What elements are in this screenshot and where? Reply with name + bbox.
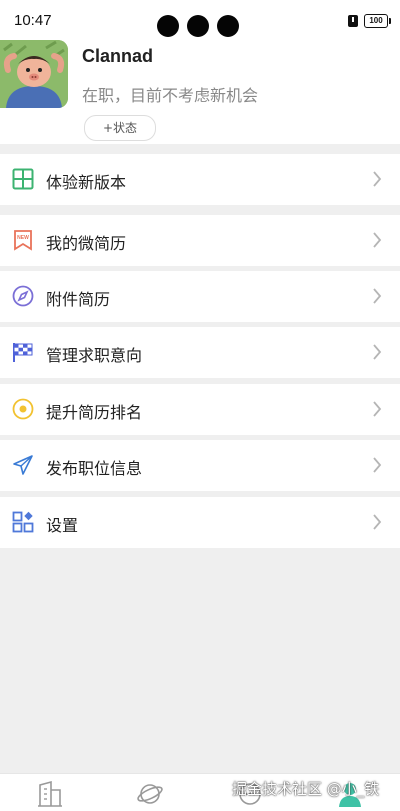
menu-item-settings[interactable]: 设置: [0, 497, 400, 548]
menu-item-label: 提升简历排名: [46, 403, 143, 422]
status-indicators: 100: [348, 14, 391, 28]
chevron-right-icon: [373, 171, 382, 187]
menu-item-label: 设置: [46, 516, 79, 535]
chevron-right-icon: [373, 344, 382, 360]
username: Clannad: [82, 46, 154, 66]
grid-icon: [12, 168, 34, 190]
menu-item-post-job[interactable]: 发布职位信息: [0, 440, 400, 491]
app-screen: 10:47 100 Clannad 在职，目前不考虑新机会 +状态 体验新版本 …: [0, 0, 400, 811]
svg-text:NEW: NEW: [17, 235, 29, 241]
watermark-text: 掘金技术社区 @小_铁: [232, 780, 380, 798]
status-time: 10:47: [14, 12, 52, 29]
menu-item-job-intention[interactable]: 管理求职意向: [0, 327, 400, 378]
camera-cutouts: [157, 15, 239, 37]
avatar[interactable]: [0, 40, 68, 108]
chevron-right-icon: [373, 288, 382, 304]
menu-item-label: 管理求职意向: [46, 346, 143, 365]
target-icon: [12, 398, 34, 420]
menu-item-label: 发布职位信息: [46, 459, 143, 478]
apps-icon: [12, 511, 34, 533]
chevron-right-icon: [373, 401, 382, 417]
menu-item-boost-ranking[interactable]: 提升简历排名: [0, 384, 400, 435]
compass-icon: [12, 285, 34, 307]
profile-header[interactable]: Clannad 在职，目前不考虑新机会 +状态: [0, 40, 400, 144]
chevron-right-icon: [373, 457, 382, 473]
menu-item-label: 体验新版本: [46, 173, 127, 192]
chevron-right-icon: [373, 514, 382, 530]
camera-icon: [187, 15, 209, 37]
notification-icon: [348, 15, 358, 27]
company-tab-icon[interactable]: [36, 780, 64, 808]
camera-icon: [217, 15, 239, 37]
menu-item-try-new-version[interactable]: 体验新版本: [0, 154, 400, 205]
menu-item-attachment-resume[interactable]: 附件简历: [0, 271, 400, 322]
menu-item-micro-resume[interactable]: NEW 我的微简历: [0, 215, 400, 266]
send-icon: [13, 455, 33, 475]
camera-icon: [157, 15, 179, 37]
resume-flag-icon: NEW: [14, 230, 32, 251]
menu-item-label: 附件简历: [46, 290, 111, 309]
status-bar: 10:47 100: [0, 0, 400, 40]
discover-tab-icon[interactable]: [136, 780, 164, 808]
add-status-button[interactable]: +状态: [84, 115, 156, 141]
menu-item-label: 我的微简历: [46, 234, 127, 253]
avatar-illustration-icon: [0, 40, 68, 108]
job-status-text: 在职，目前不考虑新机会: [82, 86, 259, 105]
chevron-right-icon: [373, 232, 382, 248]
checkered-flag-icon: [13, 343, 33, 362]
battery-icon: 100: [364, 14, 391, 28]
